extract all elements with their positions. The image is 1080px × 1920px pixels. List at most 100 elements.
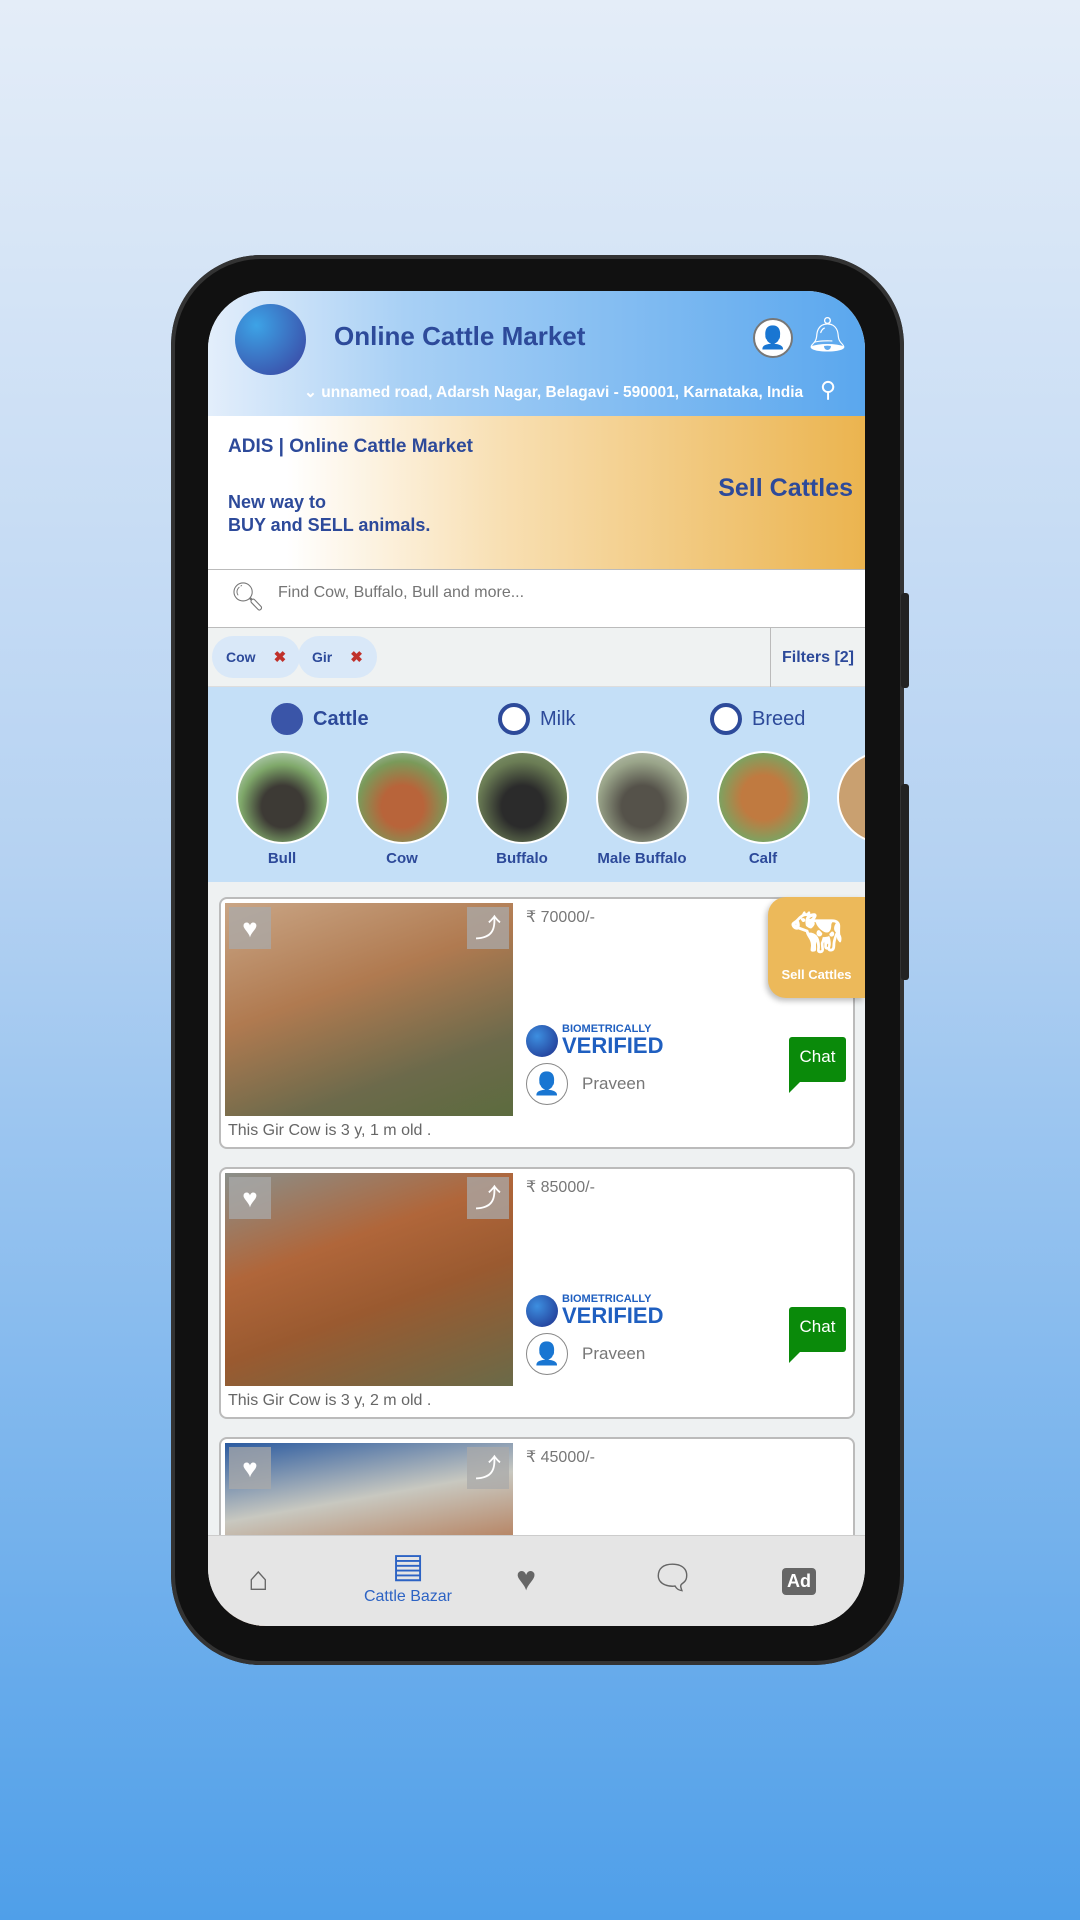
radio-unselected-icon xyxy=(710,703,742,735)
home-icon: ⌂ xyxy=(248,1560,269,1598)
share-icon[interactable]: ⤴ xyxy=(467,907,509,949)
badge-large-text: VERIFIED xyxy=(562,1033,664,1058)
radio-selected-icon xyxy=(271,703,303,735)
nav-chats[interactable]: 🗨︎ xyxy=(651,1558,694,1598)
heart-icon[interactable]: ♥ xyxy=(229,1447,271,1489)
radio-cattle[interactable]: Cattle xyxy=(271,703,369,735)
cattle-photo: ♥ ⤴ xyxy=(225,1173,513,1386)
price: ₹ 45000/- xyxy=(526,1449,595,1466)
listing-card[interactable]: ♥ ⤴ ₹ 70000/- BIOMETRICALLY VERIFIED 👤 Prav… xyxy=(219,897,855,1149)
price: ₹ 85000/- xyxy=(526,1179,595,1196)
heart-icon[interactable]: ♥ xyxy=(229,907,271,949)
nav-favorites[interactable]: ♥ xyxy=(516,1560,536,1599)
address-text: unnamed road, Adarsh Nagar, Belagavi - 5… xyxy=(321,384,804,401)
search-icon: 🔍︎ xyxy=(230,581,266,612)
search-bar: 🔍︎ xyxy=(208,569,865,628)
listing-card[interactable]: ♥ ⤴ ₹ 85000/- BIOMETRICALLY VERIFIED 👤 Prav… xyxy=(219,1167,855,1419)
chip-label: Gir xyxy=(312,649,333,665)
listing-description: This Gir Cow is 3 y, 2 m old . xyxy=(228,1392,432,1409)
avatar: 👤 xyxy=(526,1063,568,1105)
filter-chip-gir[interactable]: Gir ✖ xyxy=(298,636,377,678)
biometric-badge: BIOMETRICALLY VERIFIED xyxy=(526,1024,663,1057)
share-icon[interactable]: ⤴ xyxy=(467,1177,509,1219)
seller-info: 👤 Praveen xyxy=(526,1063,645,1105)
radio-milk[interactable]: Milk xyxy=(498,703,576,735)
category-label: Cow xyxy=(386,850,418,867)
category-bull[interactable]: Bull xyxy=(227,751,337,867)
close-icon[interactable]: ✖ xyxy=(350,649,363,666)
biometric-badge: BIOMETRICALLY VERIFIED xyxy=(526,1294,663,1327)
category-label: Male Buffalo xyxy=(597,850,687,867)
bottom-nav: ⌂ ▤ Cattle Bazar ♥ 🗨︎ Ad xyxy=(208,1535,865,1626)
close-icon[interactable]: ✖ xyxy=(274,649,287,666)
avatar: 👤 xyxy=(526,1333,568,1375)
nav-home[interactable]: ⌂ xyxy=(248,1560,269,1599)
calf-image xyxy=(716,751,810,844)
bull-image xyxy=(235,751,329,844)
location-pin-icon[interactable]: ⚲ xyxy=(820,377,836,403)
account-icon[interactable]: 👤 xyxy=(753,318,793,358)
filters-button[interactable]: Filters [2] xyxy=(770,628,865,687)
sell-cattles-link[interactable]: Sell Cattles xyxy=(718,474,853,503)
app-title: Online Cattle Market xyxy=(334,321,586,351)
seller-name: Praveen xyxy=(582,1074,646,1093)
category-cow[interactable]: Cow xyxy=(347,751,457,867)
app-logo xyxy=(235,304,306,375)
tagline-line: New way to xyxy=(228,492,327,512)
category-calf[interactable]: Calf xyxy=(708,751,818,867)
chip-label: Cow xyxy=(226,649,256,665)
male-buffalo-image xyxy=(595,751,689,844)
filter-chip-cow[interactable]: Cow ✖ xyxy=(212,636,301,678)
nav-ads[interactable]: Ad xyxy=(782,1568,816,1595)
volume-button xyxy=(901,593,909,688)
radio-unselected-icon xyxy=(498,703,530,735)
category-image xyxy=(836,751,865,844)
cow-icon: 🐄︎ xyxy=(791,911,842,955)
store-icon: ▤ xyxy=(391,1547,425,1585)
seller-info: 👤 Praveen xyxy=(526,1333,645,1375)
chevron-down-icon: ⌄ xyxy=(304,384,322,401)
radio-label: Breed xyxy=(752,707,806,730)
buffalo-image xyxy=(475,751,569,844)
price: ₹ 70000/- xyxy=(526,909,595,926)
listing-description: This Gir Cow is 3 y, 1 m old . xyxy=(228,1122,432,1139)
location-selector[interactable]: ⌄ unnamed road, Adarsh Nagar, Belagavi -… xyxy=(304,383,803,402)
search-input[interactable] xyxy=(278,584,838,602)
globe-icon xyxy=(526,1294,558,1327)
radio-breed[interactable]: Breed xyxy=(710,703,805,735)
category-more[interactable] xyxy=(828,751,865,850)
chat-icon: 🗨︎ xyxy=(651,1559,695,1597)
radio-label: Cattle xyxy=(313,707,369,730)
radio-label: Milk xyxy=(540,707,576,730)
app-header: Online Cattle Market 👤 🔔︎ ⌄ unnamed road… xyxy=(208,291,865,416)
category-section: Cattle Milk Breed Bull Cow Buffalo Male … xyxy=(208,687,865,882)
cow-image xyxy=(355,751,449,844)
sell-cattles-fab[interactable]: 🐄︎ Sell Cattles xyxy=(768,897,865,998)
tagline-line: BUY and SELL animals. xyxy=(228,515,431,535)
banner-brand: ADIS | Online Cattle Market xyxy=(228,436,473,457)
heart-icon: ♥ xyxy=(516,1560,537,1598)
heart-icon[interactable]: ♥ xyxy=(229,1177,271,1219)
nav-cattle-bazar[interactable]: ▤ Cattle Bazar xyxy=(353,1546,463,1606)
chat-button[interactable]: Chat xyxy=(789,1307,846,1363)
fab-label: Sell Cattles xyxy=(781,967,852,982)
nav-label: Cattle Bazar xyxy=(363,1588,453,1605)
app-screen: Online Cattle Market 👤 🔔︎ ⌄ unnamed road… xyxy=(208,291,865,1626)
category-label: Calf xyxy=(748,850,778,867)
category-label: Buffalo xyxy=(496,850,548,867)
promo-banner[interactable]: ADIS | Online Cattle Market New way to BU… xyxy=(208,416,865,569)
bell-icon[interactable]: 🔔︎ xyxy=(806,315,849,355)
globe-icon xyxy=(526,1024,558,1057)
seller-name: Praveen xyxy=(582,1344,646,1363)
banner-tagline: New way to BUY and SELL animals. xyxy=(228,491,430,537)
filter-chips-row: Cow ✖ Gir ✖ Filters [2] xyxy=(208,628,865,687)
category-buffalo[interactable]: Buffalo xyxy=(467,751,577,867)
badge-large-text: VERIFIED xyxy=(562,1303,664,1328)
category-male-buffalo[interactable]: Male Buffalo xyxy=(587,751,697,867)
power-button xyxy=(901,784,909,980)
cattle-photo: ♥ ⤴ xyxy=(225,903,513,1116)
share-icon[interactable]: ⤴ xyxy=(467,1447,509,1489)
ad-icon: Ad xyxy=(787,1571,811,1591)
chat-button[interactable]: Chat xyxy=(789,1037,846,1093)
category-label: Bull xyxy=(267,850,297,867)
